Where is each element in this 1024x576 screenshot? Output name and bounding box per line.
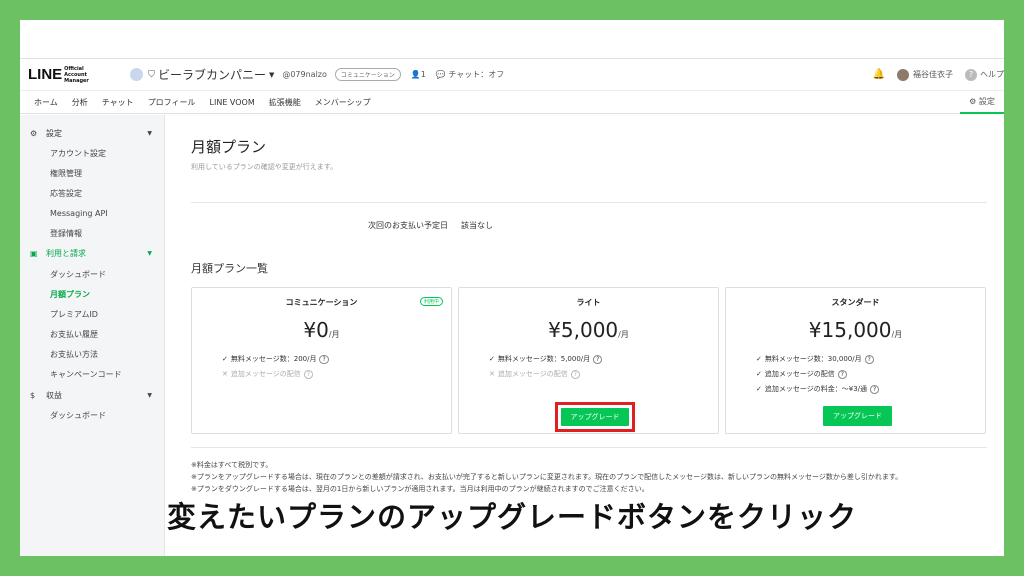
help-icon[interactable]: ? (837, 370, 847, 379)
tab-line-voom[interactable]: LINE VOOM (203, 98, 262, 107)
plan-card-standard: スタンダード ¥15,000/月 ✓ 無料メッセージ数：30,000/月? ✓ 追加… (725, 287, 986, 434)
sidebar-item-campaign-code[interactable]: キャンペーンコード (20, 365, 164, 385)
account-name[interactable]: ビーラブカンパニー (158, 66, 266, 83)
gear-icon: ⚙ (30, 128, 38, 138)
plan-card-light: ライト ¥5,000/月 ✓ 無料メッセージ数：5,000/月? ✕ 追加メッセージ… (458, 287, 719, 434)
sidebar-item-account-settings[interactable]: アカウント設定 (20, 143, 164, 163)
next-payment-value: 該当なし (461, 221, 493, 230)
upgrade-button-standard[interactable]: アップグレード (823, 406, 892, 426)
instruction-caption: 変えたいプランのアップグレードボタンをクリック (166, 500, 857, 534)
tab-profile[interactable]: プロフィール (141, 97, 203, 108)
notes: ※料金はすべて税別です。 ※プランをアップグレードする場合は、現在のプランとの差… (191, 459, 987, 495)
next-payment-label: 次回のお支払い予定日 (368, 221, 448, 230)
tab-membership[interactable]: メンバーシップ (308, 97, 378, 108)
help-icon[interactable]: ? (303, 370, 313, 379)
account-id: @079nalzo (282, 70, 327, 79)
plan-feature: ✕ 追加メッセージの配信? (489, 369, 580, 379)
top-right-controls: 🔔 福谷佳衣子 ? ヘルプ (873, 68, 1004, 81)
check-icon: ✓ (756, 385, 762, 393)
sidebar-group-revenue[interactable]: $ 収益 ▼ (20, 385, 164, 405)
tab-extensions[interactable]: 拡張機能 (262, 97, 308, 108)
note-line: ※料金はすべて税別です。 (191, 461, 273, 469)
sidebar-item-registration-info[interactable]: 登録情報 (20, 224, 164, 244)
plan-feature: ✓ 無料メッセージ数：5,000/月? (489, 354, 603, 364)
note-line: ※プランをアップグレードする場合は、現在のプランとの差額が請求され、お支払いが完… (191, 473, 903, 481)
chat-bubble-icon: 💬 (435, 70, 446, 79)
page-subtitle: 利用しているプランの確認や変更が行えます。 (191, 163, 338, 171)
chevron-down-icon: ▼ (147, 391, 152, 399)
plan-name: ライト (576, 298, 601, 307)
sidebar-item-monthly-plan[interactable]: 月額プラン (20, 284, 164, 304)
main-nav-tabs: ホーム 分析 チャット プロフィール LINE VOOM 拡張機能 メンバーシッ… (20, 90, 1004, 114)
chevron-down-icon: ▼ (147, 250, 152, 258)
plan-price: ¥0/月 (303, 318, 340, 342)
friends-count: 👤1 (410, 70, 426, 79)
sidebar-item-revenue-dashboard[interactable]: ダッシュボード (20, 405, 164, 425)
plan-feature: ✕ 追加メッセージの配信? (222, 369, 313, 379)
chat-status[interactable]: 💬 チャット：オフ (436, 69, 504, 80)
sidebar-group-billing[interactable]: ▣ 利用と請求 ▼ (20, 244, 164, 264)
check-icon: ✓ (756, 370, 762, 378)
shield-icon: ⛉ (148, 69, 155, 80)
highlight-box: アップグレード (555, 402, 635, 432)
sidebar-item-permissions[interactable]: 権限管理 (20, 163, 164, 183)
account-avatar[interactable] (130, 68, 144, 81)
sidebar-item-premium-id[interactable]: プレミアムID (20, 304, 164, 324)
tab-home[interactable]: ホーム (20, 97, 65, 108)
app-frame: LINE Official Account Manager ⛉ ビーラブカンパニ… (20, 20, 1004, 556)
chevron-down-icon[interactable]: ▼ (269, 71, 274, 79)
person-icon: 👤 (410, 70, 421, 79)
top-bar: LINE Official Account Manager ⛉ ビーラブカンパニ… (20, 58, 1004, 90)
logo-subtitle: Official Account Manager (64, 65, 89, 84)
plan-name: スタンダード (831, 298, 880, 307)
plan-badge: コミュニケーション (334, 68, 401, 81)
sidebar-item-messaging-api[interactable]: Messaging API (20, 204, 164, 224)
sidebar-item-response-settings[interactable]: 応答設定 (20, 183, 164, 203)
tab-analytics[interactable]: 分析 (65, 97, 95, 108)
tab-settings[interactable]: ⚙ 設定 (960, 90, 1004, 114)
help-icon[interactable]: ? (593, 355, 603, 364)
help-icon[interactable]: ? (870, 385, 880, 394)
sidebar-item-payment-method[interactable]: お支払い方法 (20, 345, 164, 365)
check-icon: ✓ (222, 355, 228, 363)
plan-price: ¥15,000/月 (808, 318, 903, 342)
receipt-icon: ▣ (30, 249, 38, 259)
divider (191, 202, 987, 203)
page-title: 月額プラン (191, 138, 267, 156)
user-avatar[interactable] (897, 68, 909, 81)
help-icon[interactable]: ? (319, 355, 329, 364)
plan-feature: ✓ 追加メッセージの配信? (756, 369, 847, 379)
plan-feature: ✓ 無料メッセージ数：30,000/月? (756, 354, 874, 364)
tab-chat[interactable]: チャット (95, 97, 141, 108)
help-link[interactable]: ヘルプ (980, 69, 1004, 80)
gear-icon: ⚙ (969, 96, 977, 106)
cross-icon: ✕ (222, 370, 228, 378)
help-icon[interactable]: ? (965, 68, 977, 81)
plan-card-communication: コミュニケーション 利用中 ¥0/月 ✓ 無料メッセージ数：200/月? ✕ 追加メ… (191, 287, 452, 434)
plan-list-title: 月額プラン一覧 (191, 262, 268, 275)
chevron-down-icon: ▼ (147, 129, 152, 137)
help-icon[interactable]: ? (570, 370, 580, 379)
line-logo[interactable]: LINE (28, 66, 62, 83)
plan-feature: ✓ 無料メッセージ数：200/月? (222, 354, 329, 364)
coin-icon: $ (30, 390, 36, 400)
sidebar-item-dashboard[interactable]: ダッシュボード (20, 264, 164, 284)
sidebar-group-settings[interactable]: ⚙ 設定 ▼ (20, 123, 164, 143)
sidebar: ⚙ 設定 ▼ アカウント設定 権限管理 応答設定 Messaging API 登… (20, 115, 165, 556)
current-plan-badge: 利用中 (419, 297, 443, 306)
check-icon: ✓ (489, 355, 495, 363)
upgrade-button-light[interactable]: アップグレード (561, 408, 629, 426)
plan-feature: ✓ 追加メッセージの料金：～¥3/通? (756, 384, 880, 394)
divider (191, 447, 987, 448)
check-icon: ✓ (756, 355, 762, 363)
plan-name: コミュニケーション (285, 298, 358, 307)
bell-icon[interactable]: 🔔 (873, 69, 885, 80)
plan-price: ¥5,000/月 (548, 318, 629, 342)
sidebar-item-payment-history[interactable]: お支払い履歴 (20, 325, 164, 345)
help-icon[interactable]: ? (864, 355, 874, 364)
user-name[interactable]: 福谷佳衣子 (913, 69, 953, 80)
cross-icon: ✕ (489, 370, 495, 378)
